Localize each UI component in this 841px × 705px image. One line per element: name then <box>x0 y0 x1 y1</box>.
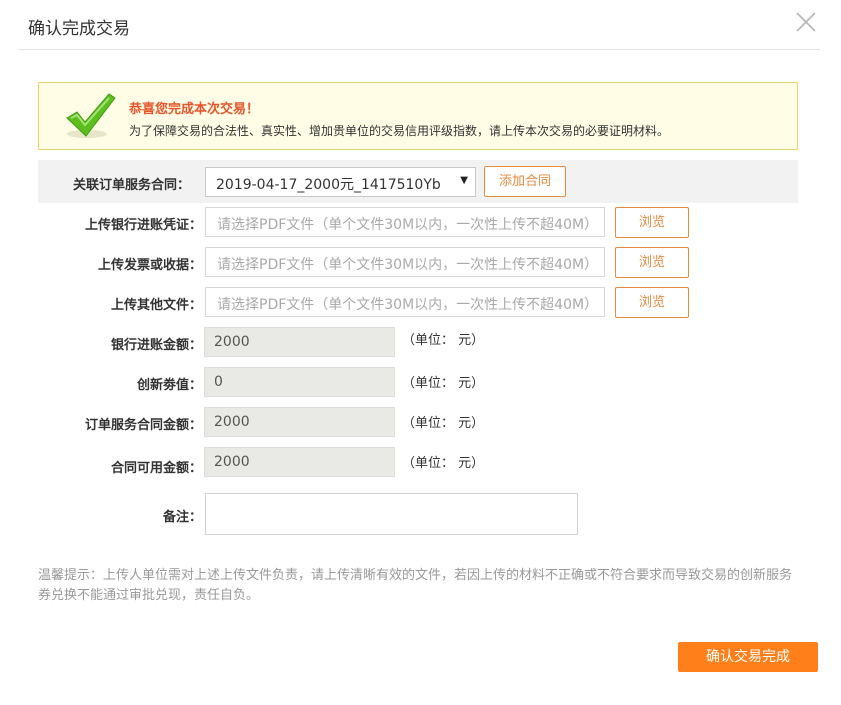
available-amount-unit: （单位： 元） <box>402 456 485 471</box>
checkmark-icon <box>66 93 116 138</box>
contract-label: 关联订单服务合同： <box>72 178 190 193</box>
contract-select-value: 2019-04-17_2000元_1417510Yb <box>216 177 441 193</box>
success-notice: 恭喜您完成本次交易！ 为了保障交易的合法性、真实性、增加贵单位的交易信用评级指数… <box>38 82 798 150</box>
bank-amount-unit: （单位： 元） <box>402 333 485 348</box>
available-amount-label: 合同可用金额： <box>110 461 202 476</box>
voucher-value-unit: （单位： 元） <box>402 376 485 391</box>
contract-select[interactable]: 2019-04-17_2000元_1417510Yb ▼ <box>205 167 476 197</box>
upload-bank-input[interactable]: 请选择PDF文件（单个文件30M以内，一次性上传不超40M） <box>205 207 605 237</box>
upload-bank-label: 上传银行进账凭证： <box>84 218 202 233</box>
remark-label: 备注： <box>162 510 202 525</box>
upload-other-browse-button[interactable]: 浏览 <box>615 287 689 318</box>
upload-invoice-label: 上传发票或收据： <box>97 258 202 273</box>
bank-amount-field: 2000 <box>204 327 395 357</box>
dropdown-arrow-icon: ▼ <box>460 175 468 186</box>
close-icon[interactable] <box>794 10 818 34</box>
warm-tip-prefix: 温馨提示： <box>38 568 104 583</box>
voucher-value-label: 创新劵值： <box>136 378 202 393</box>
upload-invoice-browse-button[interactable]: 浏览 <box>615 247 689 278</box>
remark-textarea[interactable] <box>205 493 578 535</box>
bank-amount-label: 银行进账金额： <box>110 338 202 353</box>
contract-amount-field: 2000 <box>204 407 395 437</box>
add-contract-button[interactable]: 添加合同 <box>484 166 566 197</box>
upload-invoice-input[interactable]: 请选择PDF文件（单个文件30M以内，一次性上传不超40M） <box>205 247 605 277</box>
dialog-title: 确认完成交易 <box>28 19 130 39</box>
voucher-value-field: 0 <box>204 367 395 397</box>
upload-other-input[interactable]: 请选择PDF文件（单个文件30M以内，一次性上传不超40M） <box>205 287 605 317</box>
confirm-transaction-button[interactable]: 确认交易完成 <box>678 642 818 672</box>
contract-amount-unit: （单位： 元） <box>402 416 485 431</box>
available-amount-field: 2000 <box>204 447 395 477</box>
warm-tip: 温馨提示：上传人单位需对上述上传文件负责，请上传清晰有效的文件，若因上传的材料不… <box>38 566 800 606</box>
contract-amount-label: 订单服务合同金额： <box>84 418 202 433</box>
upload-other-label: 上传其他文件： <box>110 298 202 313</box>
dialog-header: 确认完成交易 <box>18 0 820 50</box>
notice-title: 恭喜您完成本次交易！ <box>129 102 260 117</box>
upload-bank-browse-button[interactable]: 浏览 <box>615 207 689 238</box>
warm-tip-text: 上传人单位需对上述上传文件负责，请上传清晰有效的文件，若因上传的材料不正确或不符… <box>38 568 793 603</box>
notice-text: 为了保障交易的合法性、真实性、增加贵单位的交易信用评级指数，请上传本次交易的必要… <box>129 124 670 138</box>
